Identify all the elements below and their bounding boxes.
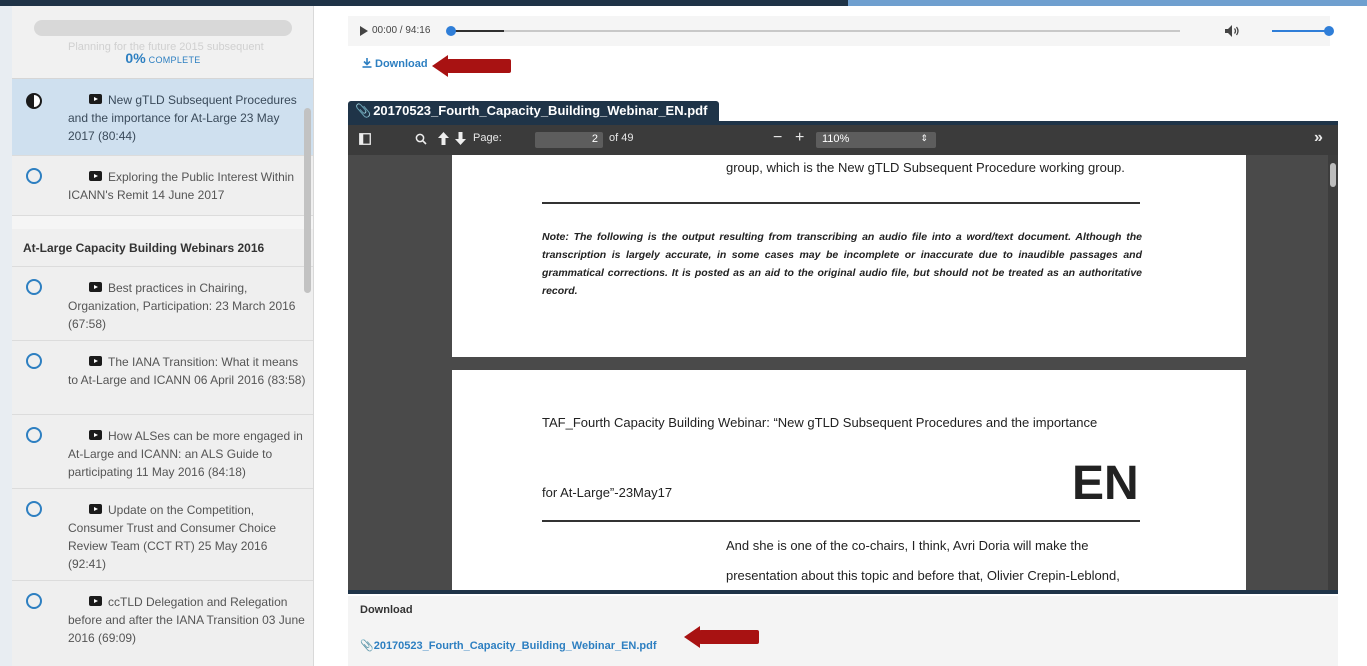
progress-percent: 0%	[125, 50, 146, 66]
lesson-item-active[interactable]: New gTLD Subsequent Procedures and the i…	[12, 79, 313, 156]
empty-circle-icon	[26, 353, 42, 369]
audio-seek-track[interactable]	[450, 30, 1180, 32]
page2-title-line2: for At-Large”-23May17	[542, 485, 673, 500]
page2-body-line2: presentation about this topic and before…	[726, 568, 1120, 583]
pdf-toolbar: Page: 2 of 49 − + 110% ⇕ »	[348, 125, 1338, 155]
audio-seek-knob[interactable]	[446, 26, 456, 36]
lesson-title: New gTLD Subsequent Procedures and the i…	[68, 93, 297, 143]
progress-bar	[34, 20, 292, 36]
download-section: Download 📎20170523_Fourth_Capacity_Build…	[348, 596, 1338, 666]
lesson-title: The IANA Transition: What it means to At…	[68, 355, 306, 387]
lesson-title: Exploring the Public Interest Within ICA…	[68, 170, 295, 202]
tools-menu-icon[interactable]: »	[1314, 129, 1323, 147]
progress-complete-label: COMPLETE	[148, 55, 201, 65]
lesson-item[interactable]: Exploring the Public Interest Within ICA…	[12, 156, 313, 216]
arrow-shaft	[447, 59, 511, 73]
download-icon	[362, 58, 372, 68]
lesson-item[interactable]: How ALSes can be more engaged in At-Larg…	[12, 415, 313, 489]
paperclip-icon: 📎	[355, 103, 372, 118]
file-tab[interactable]: 📎 20170523_Fourth_Capacity_Building_Webin…	[348, 101, 720, 121]
paperclip-icon: 📎	[360, 640, 374, 652]
page1-rule	[542, 202, 1140, 204]
empty-circle-icon	[26, 168, 42, 184]
pdf-page-1: group, which is the New gTLD Subsequent …	[452, 155, 1246, 357]
half-circle-icon	[26, 93, 42, 109]
page-total: of 49	[609, 132, 634, 144]
download-section-title: Download	[360, 604, 413, 616]
download-label: Download	[375, 58, 428, 70]
pdf-viewer: Page: 2 of 49 − + 110% ⇕ » group, which i…	[348, 121, 1338, 594]
zoom-value: 110%	[822, 133, 850, 145]
volume-track[interactable]	[1272, 30, 1328, 32]
section-gap	[12, 216, 313, 229]
course-sidebar: Planning for the future 2015 subsequent …	[12, 6, 314, 666]
arrow-shaft	[699, 630, 759, 644]
zoom-select[interactable]: 110% ⇕	[816, 132, 936, 148]
progress-label: 0% COMPLETE	[12, 50, 313, 68]
audio-played-segment	[452, 30, 504, 32]
page2-rule	[542, 520, 1140, 522]
sidebar-toggle-icon[interactable]	[359, 133, 371, 145]
arrow-head	[432, 55, 448, 77]
transcription-note: Note: The following is the output result…	[542, 231, 1142, 297]
empty-circle-icon	[26, 427, 42, 443]
previous-page-icon[interactable]	[438, 132, 449, 145]
pdf-scrollbar[interactable]	[1328, 155, 1338, 590]
play-icon[interactable]	[360, 26, 368, 36]
search-icon[interactable]	[415, 133, 427, 145]
page1-text: group, which is the New gTLD Subsequent …	[726, 160, 1125, 175]
page2-title-line1: TAF_Fourth Capacity Building Webinar: “N…	[542, 415, 1098, 430]
page-label: Page:	[473, 132, 502, 144]
audio-player: 00:00 / 94:16	[348, 16, 1334, 46]
pdf-scrollbar-thumb[interactable]	[1330, 163, 1336, 187]
progress-area: Planning for the future 2015 subsequent …	[12, 6, 313, 78]
lesson-title: Update on the Competition, Consumer Trus…	[68, 503, 277, 571]
empty-circle-icon	[26, 501, 42, 517]
empty-circle-icon	[26, 593, 42, 609]
lesson-title: Best practices in Chairing, Organization…	[68, 281, 296, 331]
next-page-icon[interactable]	[455, 132, 466, 145]
lesson-title: ccTLD Delegation and Relegation before a…	[68, 595, 305, 645]
section-header: At-Large Capacity Building Webinars 2016	[12, 229, 313, 267]
file-tab-name: 20170523_Fourth_Capacity_Building_Webina…	[373, 103, 708, 118]
select-arrows-icon: ⇕	[920, 133, 928, 143]
zoom-out-icon[interactable]: −	[773, 129, 782, 147]
page2-body-line1: And she is one of the co-chairs, I think…	[726, 538, 1089, 553]
download-file-name: 20170523_Fourth_Capacity_Building_Webina…	[373, 640, 657, 652]
audio-time: 00:00 / 94:16	[372, 25, 431, 36]
pdf-page-2: TAF_Fourth Capacity Building Webinar: “N…	[452, 370, 1246, 590]
lesson-item[interactable]: The IANA Transition: What it means to At…	[12, 341, 313, 415]
volume-icon[interactable]	[1224, 24, 1240, 38]
arrow-head	[684, 626, 700, 648]
lesson-item[interactable]: Update on the Competition, Consumer Trus…	[12, 489, 313, 581]
download-link-top[interactable]: Download	[362, 58, 428, 70]
main-content: 00:00 / 94:16 Download 📎 20170523_Fourth_…	[314, 6, 1367, 666]
page-number-input[interactable]: 2	[535, 132, 603, 148]
lesson-title: How ALSes can be more engaged in At-Larg…	[68, 429, 303, 479]
lesson-item[interactable]: ccTLD Delegation and Relegation before a…	[12, 581, 313, 666]
download-file-link[interactable]: 📎20170523_Fourth_Capacity_Building_Webin…	[360, 639, 657, 652]
lesson-item[interactable]: Best practices in Chairing, Organization…	[12, 267, 313, 341]
empty-circle-icon	[26, 279, 42, 295]
sidebar-scrollbar-thumb[interactable]	[304, 108, 311, 293]
volume-knob[interactable]	[1324, 26, 1334, 36]
zoom-in-icon[interactable]: +	[795, 129, 804, 147]
language-tag: EN	[1072, 457, 1139, 510]
